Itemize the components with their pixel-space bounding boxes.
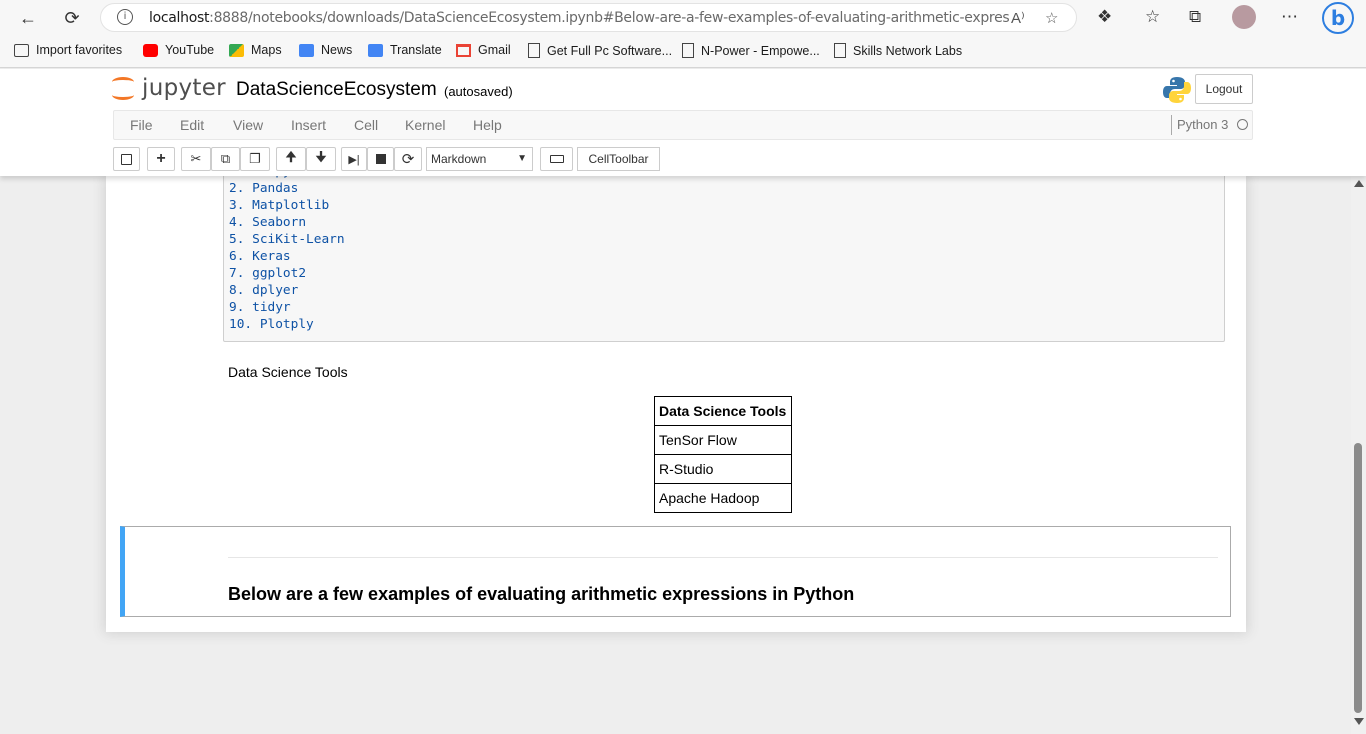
code-line: 6. Keras [229, 249, 291, 264]
menu-help[interactable]: Help [473, 117, 502, 133]
url-text[interactable]: localhost:8888/notebooks/downloads/DataS… [149, 10, 1009, 26]
copy-icon: ⧉ [220, 151, 231, 166]
autosave-status: (autosaved) [444, 84, 513, 99]
read-aloud-icon[interactable]: A⁾ [1011, 9, 1025, 27]
save-icon [121, 153, 132, 165]
fav-translate[interactable]: Translate [368, 43, 442, 57]
fav-skills-network-labs[interactable]: Skills Network Labs [834, 43, 962, 58]
page-icon [682, 43, 694, 58]
page-scrollbar[interactable] [1351, 176, 1366, 734]
bing-icon[interactable]: b [1322, 2, 1354, 34]
tools-table: Data Science Tools TenSor Flow R-Studio … [654, 396, 792, 513]
code-line: 3. Matplotlib [229, 198, 330, 213]
horizontal-rule [228, 557, 1218, 558]
paste-button[interactable]: ❐ [240, 147, 270, 171]
arrow-down-icon: 🠋 [315, 149, 327, 164]
scroll-down-icon[interactable] [1354, 718, 1364, 725]
favorites-icon[interactable]: ☆ [1145, 7, 1160, 27]
python-logo-icon [1163, 77, 1191, 103]
restart-button[interactable]: ⟳ [394, 147, 422, 171]
move-up-button[interactable]: 🠉 [276, 147, 306, 171]
save-button[interactable] [113, 147, 140, 171]
table-cell: R-Studio [654, 454, 792, 484]
table-cell: Apache Hadoop [654, 483, 792, 513]
notebook-container: 1. Numpy 2. Pandas 3. Matplotlib 4. Seab… [106, 170, 1246, 632]
menu-edit[interactable]: Edit [180, 117, 204, 133]
copy-button[interactable]: ⧉ [211, 147, 240, 171]
code-block[interactable]: 1. Numpy 2. Pandas 3. Matplotlib 4. Seab… [223, 170, 1225, 342]
fav-news[interactable]: News [299, 43, 352, 57]
back-arrow-icon[interactable]: ← [16, 6, 40, 30]
import-icon [14, 43, 29, 57]
browser-toolbar: ← ⟳ i localhost:8888/notebooks/downloads… [0, 0, 1366, 36]
paste-icon: ❐ [249, 151, 261, 166]
tools-label: Data Science Tools [228, 364, 348, 380]
menu-cell[interactable]: Cell [354, 117, 378, 133]
add-favorite-icon[interactable]: ☆ [1045, 9, 1058, 27]
command-palette-button[interactable] [540, 147, 573, 171]
stop-icon [375, 154, 386, 164]
cut-button[interactable]: ✂ [181, 147, 211, 171]
address-bar[interactable]: i localhost:8888/notebooks/downloads/Dat… [100, 3, 1077, 32]
fav-gmail[interactable]: Gmail [456, 43, 511, 57]
refresh-icon[interactable]: ⟳ [60, 6, 84, 30]
step-forward-icon: ▶| [348, 153, 360, 166]
notebook-title[interactable]: DataScienceEcosystem [236, 79, 437, 101]
table-cell: TenSor Flow [654, 425, 792, 455]
translate-icon [368, 43, 383, 57]
code-line: 5. SciKit-Learn [229, 232, 345, 247]
celltoolbar-button[interactable]: CellToolbar [577, 147, 660, 171]
code-line: 10. Plotply [229, 317, 314, 332]
scroll-up-icon[interactable] [1354, 180, 1364, 187]
table-header: Data Science Tools [654, 396, 792, 426]
cell-heading: Below are a few examples of evaluating a… [228, 584, 855, 604]
favorites-bar: Import favorites YouTube Maps News Trans… [0, 36, 1366, 68]
jupyter-logo[interactable]: jupyter [112, 75, 226, 101]
page-icon [834, 43, 846, 58]
collections-icon[interactable]: ⧉ [1189, 7, 1201, 27]
fav-import-favorites[interactable]: Import favorites [14, 43, 122, 57]
insert-cell-button[interactable]: + [147, 147, 175, 171]
gmail-icon [456, 43, 471, 57]
more-options-icon[interactable]: ⋯ [1281, 7, 1298, 27]
selected-markdown-cell[interactable]: Below are a few examples of evaluating a… [120, 526, 1231, 617]
page-icon [528, 43, 540, 58]
run-button[interactable]: ▶| [341, 147, 367, 171]
logout-button[interactable]: Logout [1195, 74, 1253, 104]
menu-file[interactable]: File [130, 117, 153, 133]
menu-view[interactable]: View [233, 117, 263, 133]
cell-type-select[interactable]: Markdown ▼ [426, 147, 533, 171]
fav-maps[interactable]: Maps [229, 43, 282, 57]
menu-kernel[interactable]: Kernel [405, 117, 445, 133]
arrow-up-icon: 🠉 [285, 149, 297, 164]
move-down-button[interactable]: 🠋 [306, 147, 336, 171]
code-line: 9. tidyr [229, 300, 291, 315]
refresh-icon: ⟳ [401, 151, 415, 168]
jupyter-header: jupyter DataScienceEcosystem (autosaved)… [0, 69, 1366, 176]
fav-youtube[interactable]: YouTube [143, 43, 214, 57]
code-line: 7. ggplot2 [229, 266, 307, 281]
menu-bar: File Edit View Insert Cell Kernel Help P… [113, 110, 1253, 140]
site-info-icon[interactable]: i [117, 9, 133, 25]
menu-insert[interactable]: Insert [291, 117, 326, 133]
kernel-name[interactable]: Python 3 [1171, 115, 1228, 135]
youtube-icon [143, 43, 158, 57]
jupyter-logo-icon [112, 75, 134, 101]
interrupt-button[interactable] [367, 147, 394, 171]
kernel-status-icon [1237, 119, 1248, 130]
maps-icon [229, 43, 244, 57]
code-line: 2. Pandas [229, 181, 299, 196]
profile-avatar[interactable] [1232, 5, 1256, 29]
plus-icon: + [156, 150, 166, 167]
news-icon [299, 43, 314, 57]
chevron-down-icon: ▼ [517, 153, 527, 164]
keyboard-icon [549, 155, 564, 163]
code-line: 4. Seaborn [229, 215, 307, 230]
fav-get-full-pc-software[interactable]: Get Full Pc Software... [528, 43, 672, 58]
scroll-thumb[interactable] [1354, 443, 1362, 713]
fav-n-power[interactable]: N-Power - Empowe... [682, 43, 820, 58]
code-line: 8. dplyer [229, 283, 299, 298]
extensions-icon[interactable]: ❖ [1097, 7, 1112, 27]
scissors-icon: ✂ [190, 151, 202, 166]
